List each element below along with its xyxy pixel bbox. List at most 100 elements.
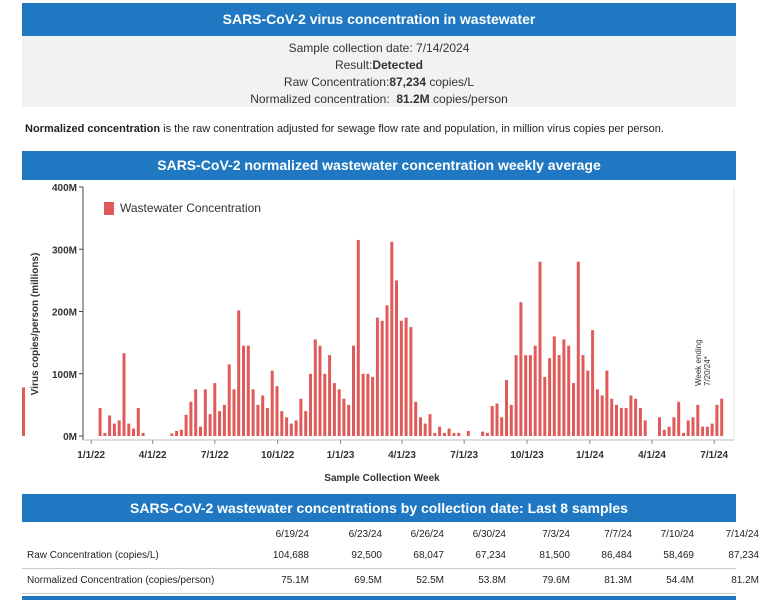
bar (275, 386, 279, 436)
table-cell: 81,500 (539, 550, 570, 561)
bar (686, 420, 690, 436)
bar (194, 389, 198, 436)
bar (323, 373, 327, 437)
bar (294, 420, 298, 436)
bar (304, 411, 308, 436)
bar (395, 280, 398, 436)
bar (289, 423, 293, 436)
bar (285, 417, 289, 436)
bar (538, 261, 542, 436)
bar (433, 432, 437, 436)
table-cell: 87,234 (728, 550, 759, 561)
bar (203, 389, 207, 436)
row-label: Normalized Concentration (copies/person) (27, 575, 215, 586)
bottom-bar (22, 596, 736, 600)
bar (251, 389, 255, 436)
table-cell: 104,688 (272, 550, 309, 561)
table-cell: 81.2M (731, 575, 759, 586)
bar (246, 345, 250, 436)
bar (567, 345, 571, 436)
bar (117, 420, 121, 436)
raw-concentration-line: Raw Concentration:87,234 copies/L (22, 74, 736, 91)
bar (237, 310, 241, 436)
normalized-concentration-unit: copies/person (433, 92, 508, 106)
bar (586, 370, 590, 436)
bar (619, 408, 623, 436)
x-tick-label: 7/1/23 (450, 450, 478, 461)
bar (352, 345, 355, 436)
bar (428, 414, 432, 436)
bar (500, 417, 504, 436)
chart-container: 0M 100M 200M 300M 400M 1/1/22 4/1/22 7/1/22 10/… (22, 180, 736, 488)
bar (509, 404, 513, 436)
definition-term: Normalized concentration (25, 123, 161, 135)
table-cell: 68,047 (413, 550, 444, 561)
sample-date-line: Sample collection date: 7/14/2024 (22, 40, 736, 57)
bar (514, 355, 518, 436)
bar (390, 241, 394, 436)
bar (452, 432, 456, 436)
bar (385, 305, 389, 436)
row-label: Raw Concentration (copies/L) (27, 550, 159, 561)
bar (132, 428, 135, 436)
table-cell: 79.6M (542, 575, 570, 586)
bar (409, 327, 413, 436)
bar (366, 373, 370, 437)
bar (256, 404, 260, 436)
bar (519, 302, 523, 436)
bar (265, 408, 269, 436)
bar (227, 364, 231, 436)
bar (313, 339, 317, 436)
x-tick-label: 4/1/24 (638, 450, 666, 461)
bar (261, 395, 265, 436)
bar (505, 380, 508, 436)
raw-concentration-label: Raw Concentration: (283, 75, 390, 89)
x-tick-label: 7/1/24 (700, 450, 728, 461)
table-cell: 54.4M (666, 575, 694, 586)
bar (595, 389, 599, 436)
bar (184, 414, 188, 436)
bar (213, 383, 217, 436)
bar (280, 411, 284, 436)
bar (175, 431, 179, 436)
legend-label: Wastewater Concentration (120, 201, 261, 215)
y-axis-label: Virus copies/person (millions) (30, 253, 41, 396)
bar (309, 373, 312, 437)
x-tick-label: 1/1/23 (327, 450, 355, 461)
x-tick-label: 1/1/22 (77, 450, 105, 461)
result-label: Result: (334, 58, 373, 72)
bar (218, 411, 222, 436)
bar (179, 429, 183, 436)
x-tick-labels: 1/1/22 4/1/22 7/1/22 10/1/22 1/1/23 4/1/23 7/1… (77, 450, 728, 461)
bar (629, 395, 633, 436)
bar (414, 401, 418, 436)
bar (22, 387, 25, 436)
normalized-concentration-line: Normalized concentration: 81.2M copies/p… (22, 91, 736, 108)
table-cell: 69.5M (354, 575, 382, 586)
x-tick-label: 4/1/22 (139, 450, 167, 461)
bar (720, 398, 724, 436)
bar (337, 389, 341, 436)
bar (710, 423, 714, 436)
bar (572, 383, 575, 436)
x-tick-label: 1/1/24 (576, 450, 604, 461)
bar (423, 423, 427, 436)
y-tick-label: 300M (52, 245, 77, 256)
bar (375, 317, 379, 436)
table-cell: 92,500 (351, 550, 382, 561)
bar (581, 355, 585, 436)
y-tick-label: 200M (52, 308, 77, 319)
bar (270, 370, 274, 436)
bar (643, 420, 647, 436)
bar (189, 401, 193, 436)
bar (701, 426, 705, 436)
sample-date-label: Sample collection date: (288, 41, 413, 55)
bar (615, 404, 618, 436)
table-row: Normalized Concentration (copies/person)… (22, 569, 759, 594)
bar (380, 320, 384, 436)
table-row: Raw Concentration (copies/L) 104,688 92,50… (22, 544, 759, 569)
table-title: SARS-CoV-2 wastewater concentrations by … (22, 494, 736, 522)
x-tick-label: 7/1/22 (201, 450, 229, 461)
bar (457, 432, 461, 436)
result-value: Detected (372, 58, 424, 72)
